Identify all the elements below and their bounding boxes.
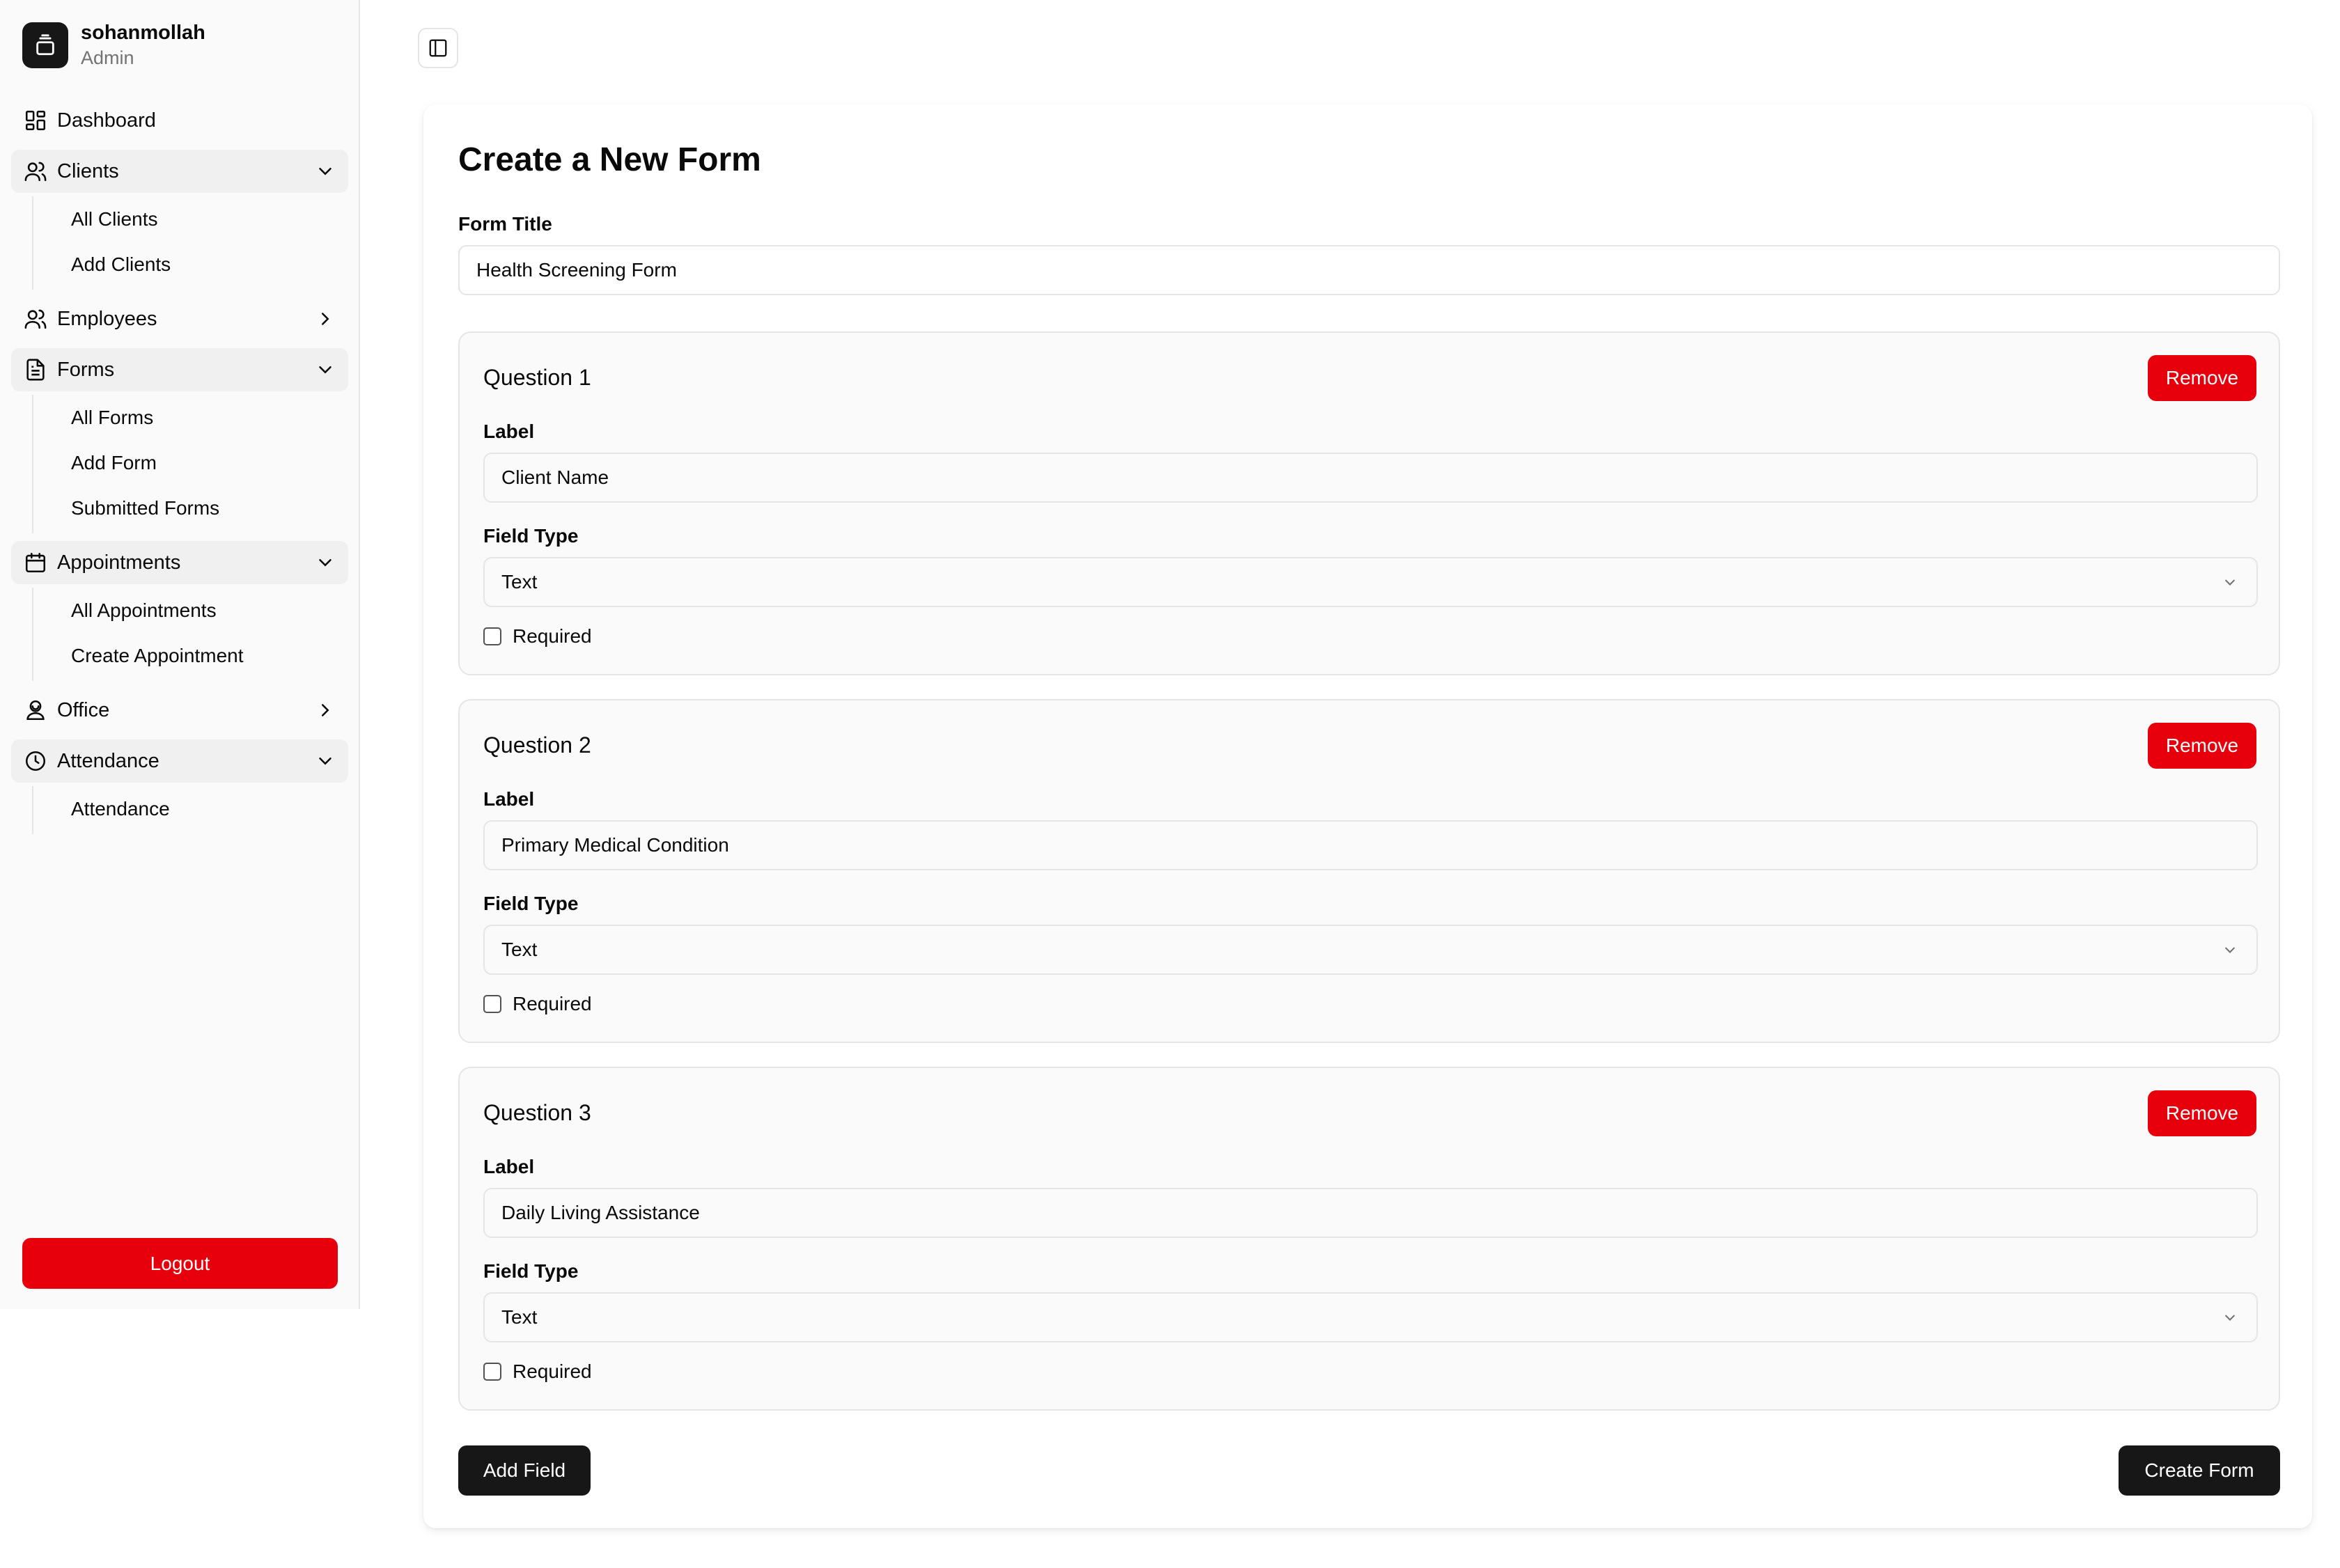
question-label-input[interactable]: Client Name (483, 453, 2258, 503)
sidebar-subitem-submitted-forms[interactable]: Submitted Forms (13, 485, 348, 531)
users-icon (24, 162, 47, 182)
form-title-label: Form Title (458, 213, 552, 235)
sidebar-item-label: Appointments (57, 551, 181, 574)
appointments-submenu: All Appointments Create Appointment (32, 588, 348, 681)
field-type-caption: Field Type (483, 893, 579, 914)
page-title: Create a New Form (458, 141, 761, 178)
chevron-down-icon (319, 366, 332, 374)
sidebar: sohanmollah Admin Dashboard Clients All … (0, 0, 360, 1309)
panel-left-icon (429, 39, 447, 57)
question-label-input[interactable]: Daily Living Assistance (483, 1188, 2258, 1238)
sidebar-item-appointments[interactable]: Appointments (11, 541, 348, 584)
users-icon (24, 309, 47, 329)
clock-icon (25, 751, 46, 771)
add-field-button[interactable]: Add Field (458, 1445, 591, 1496)
sidebar-subitem-add-form[interactable]: Add Form (13, 440, 348, 485)
sidebar-item-employees[interactable]: Employees (11, 297, 348, 340)
chevron-down-icon (319, 559, 332, 567)
dashboard-icon (25, 110, 46, 131)
remove-question-button[interactable]: Remove (2148, 1090, 2256, 1136)
chevron-down-icon (319, 758, 332, 765)
chevron-down-icon (2225, 1315, 2235, 1321)
sidebar-item-clients[interactable]: Clients (11, 150, 348, 193)
sidebar-subitem-all-forms[interactable]: All Forms (13, 395, 348, 440)
sidebar-item-label: Clients (57, 159, 119, 182)
file-text-icon (26, 359, 45, 381)
question-card: Question 2 Remove Label Primary Medical … (458, 699, 2280, 1043)
chevron-down-icon (319, 168, 332, 175)
question-card: Question 1 Remove Label Client Name Fiel… (458, 331, 2280, 675)
attendance-submenu: Attendance (32, 786, 348, 834)
create-form-button[interactable]: Create Form (2119, 1445, 2280, 1496)
brand-logo-icon (22, 22, 68, 68)
field-type-value: Text (501, 939, 538, 960)
label-caption: Label (483, 788, 535, 810)
user-profile[interactable]: sohanmollah Admin (22, 21, 205, 69)
required-checkbox-row[interactable]: Required (483, 1361, 592, 1383)
sidebar-item-attendance[interactable]: Attendance (11, 739, 348, 783)
sidebar-item-label: Dashboard (57, 109, 156, 132)
sidebar-item-office[interactable]: Office (11, 689, 348, 732)
forms-submenu: All Forms Add Form Submitted Forms (32, 395, 348, 533)
logout-button[interactable]: Logout (22, 1238, 338, 1289)
label-caption: Label (483, 1156, 535, 1177)
question-title: Question 2 (483, 732, 591, 758)
required-checkbox-row[interactable]: Required (483, 993, 592, 1015)
field-type-caption: Field Type (483, 1260, 579, 1282)
clients-submenu: All Clients Add Clients (32, 196, 348, 290)
field-type-select[interactable]: Text (483, 1292, 2258, 1342)
user-badge-icon (26, 700, 45, 721)
required-label: Required (513, 625, 592, 647)
field-type-value: Text (501, 1306, 538, 1328)
sidebar-subitem-all-appointments[interactable]: All Appointments (13, 588, 348, 633)
question-title: Question 3 (483, 1100, 591, 1125)
sidebar-nav: Dashboard Clients All Clients Add Client… (11, 99, 348, 842)
required-checkbox[interactable] (483, 627, 501, 645)
required-label: Required (513, 1361, 592, 1382)
remove-question-button[interactable]: Remove (2148, 723, 2256, 769)
sidebar-subitem-add-clients[interactable]: Add Clients (13, 242, 348, 287)
question-title: Question 1 (483, 365, 591, 390)
sidebar-item-label: Employees (57, 307, 157, 330)
required-checkbox-row[interactable]: Required (483, 625, 592, 648)
user-role: Admin (81, 47, 134, 68)
field-type-caption: Field Type (483, 525, 579, 547)
chevron-down-icon (2225, 947, 2235, 953)
required-label: Required (513, 993, 592, 1014)
label-caption: Label (483, 421, 535, 442)
form-title-input[interactable]: Health Screening Form (458, 245, 2280, 295)
sidebar-item-forms[interactable]: Forms (11, 348, 348, 391)
sidebar-subitem-create-appointment[interactable]: Create Appointment (13, 633, 348, 678)
sidebar-subitem-attendance[interactable]: Attendance (13, 786, 348, 831)
sidebar-item-label: Attendance (57, 749, 159, 772)
field-type-select[interactable]: Text (483, 925, 2258, 975)
sidebar-subitem-all-clients[interactable]: All Clients (13, 196, 348, 242)
sidebar-item-label: Office (57, 698, 110, 721)
chevron-right-icon (322, 704, 329, 716)
chevron-down-icon (2225, 579, 2235, 586)
question-label-input[interactable]: Primary Medical Condition (483, 820, 2258, 870)
field-type-select[interactable]: Text (483, 557, 2258, 607)
required-checkbox[interactable] (483, 1363, 501, 1381)
sidebar-item-dashboard[interactable]: Dashboard (11, 99, 348, 142)
required-checkbox[interactable] (483, 995, 501, 1013)
calendar-icon (25, 552, 46, 573)
sidebar-toggle-button[interactable] (418, 28, 458, 68)
user-name: sohanmollah (81, 22, 205, 44)
create-form-card: Create a New Form Form Title Health Scre… (423, 104, 2312, 1528)
chevron-right-icon (322, 313, 329, 325)
field-type-value: Text (501, 571, 538, 593)
remove-question-button[interactable]: Remove (2148, 355, 2256, 401)
sidebar-item-label: Forms (57, 358, 115, 381)
question-card: Question 3 Remove Label Daily Living Ass… (458, 1067, 2280, 1411)
